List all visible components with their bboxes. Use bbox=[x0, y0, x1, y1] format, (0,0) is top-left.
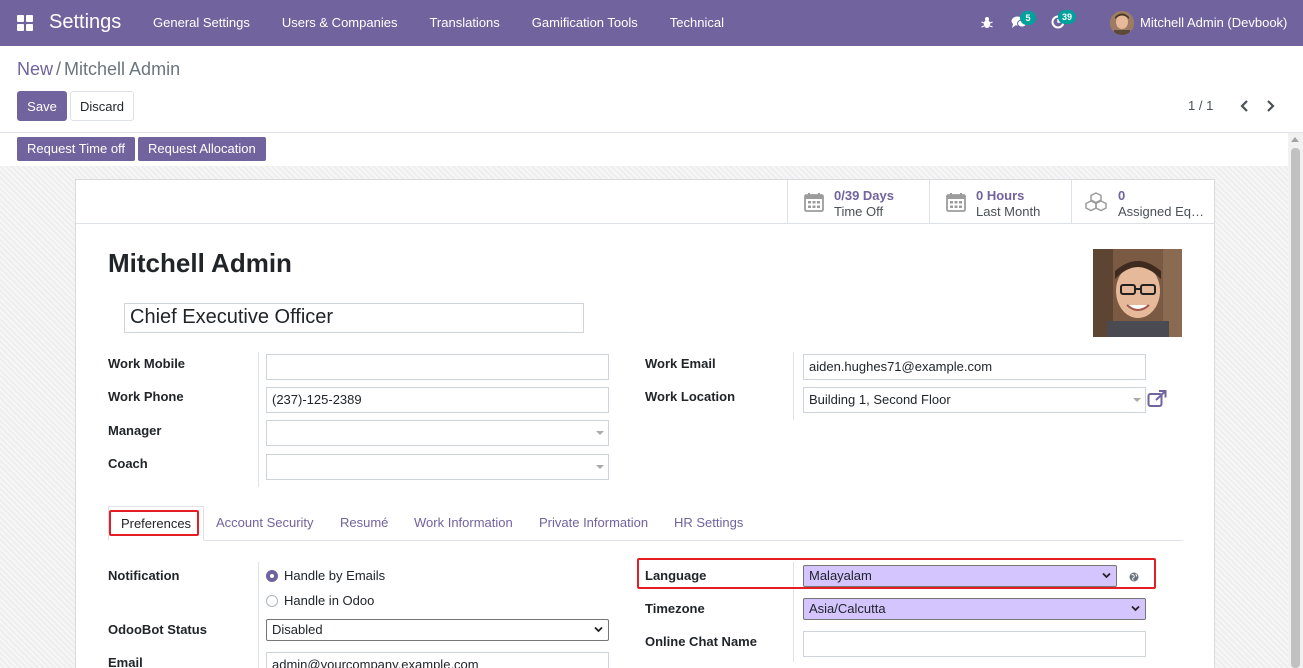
work-mobile-label: Work Mobile bbox=[108, 356, 186, 371]
work-phone-input[interactable]: (237)-125-2389 bbox=[266, 387, 609, 413]
left-field-divider bbox=[258, 352, 259, 487]
email-input[interactable]: admin@yourcompany.example.com bbox=[266, 652, 609, 668]
pager-next-chevron-icon[interactable] bbox=[1264, 98, 1278, 114]
online-chat-name-label: Online Chat Name bbox=[645, 634, 757, 649]
pager-previous-chevron-icon[interactable] bbox=[1237, 98, 1251, 114]
time-off-stat-button[interactable]: 0/39 Days Time Off bbox=[787, 180, 929, 224]
coach-dropdown-caret-icon[interactable] bbox=[596, 465, 604, 469]
coach-label: Coach bbox=[108, 456, 148, 471]
user-avatar[interactable] bbox=[1110, 11, 1134, 35]
hours-stat-label: Last Month bbox=[976, 204, 1041, 219]
work-email-label: Work Email bbox=[645, 356, 716, 371]
timezone-label: Timezone bbox=[645, 601, 705, 616]
work-mobile-input[interactable] bbox=[266, 354, 609, 380]
pref-left-divider bbox=[258, 562, 259, 668]
menu-technical[interactable]: Technical bbox=[654, 0, 740, 46]
manager-select[interactable] bbox=[266, 420, 609, 446]
manager-label: Manager bbox=[108, 423, 162, 438]
work-location-label: Work Location bbox=[645, 389, 736, 404]
menu-gamification-tools[interactable]: Gamification Tools bbox=[516, 0, 654, 46]
control-panel-divider bbox=[0, 132, 1303, 133]
calendar-icon bbox=[804, 193, 824, 212]
menu-users-companies[interactable]: Users & Companies bbox=[266, 0, 414, 46]
manager-dropdown-caret-icon[interactable] bbox=[596, 431, 604, 435]
job-title-input[interactable]: Chief Executive Officer bbox=[124, 303, 584, 333]
equipment-stat-value: 0 bbox=[1118, 188, 1126, 203]
tab-work-information[interactable]: Work Information bbox=[414, 506, 513, 541]
request-allocation-button[interactable]: Request Allocation bbox=[138, 137, 266, 161]
breadcrumb: New / Mitchell Admin bbox=[17, 59, 180, 80]
notebook-tabs: Preferences Account Security Resumé Work… bbox=[108, 506, 1183, 541]
external-link-icon[interactable] bbox=[1147, 390, 1167, 408]
discard-button[interactable]: Discard bbox=[70, 91, 134, 121]
equipment-stat-label: Assigned Equipment bbox=[1118, 204, 1210, 219]
employee-name[interactable]: Mitchell Admin bbox=[108, 248, 292, 279]
top-navbar: Settings General Settings Users & Compan… bbox=[0, 0, 1303, 46]
email-label: Email bbox=[108, 655, 143, 668]
tab-private-information[interactable]: Private Information bbox=[539, 506, 648, 541]
apps-menu-icon[interactable] bbox=[17, 15, 33, 31]
work-email-input[interactable]: aiden.hughes71@example.com bbox=[803, 354, 1146, 380]
save-button[interactable]: Save bbox=[17, 91, 67, 121]
app-brand[interactable]: Settings bbox=[49, 11, 121, 34]
breadcrumb-current: Mitchell Admin bbox=[64, 59, 181, 79]
time-off-stat-label: Time Off bbox=[834, 204, 884, 219]
tab-hr-settings[interactable]: HR Settings bbox=[674, 506, 743, 541]
odoobot-status-select[interactable]: Disabled bbox=[266, 619, 609, 641]
employee-form-sheet: 0/39 Days Time Off 0 Hours Last Month 0 … bbox=[75, 179, 1215, 668]
hours-stat-button[interactable]: 0 Hours Last Month bbox=[929, 180, 1071, 224]
calendar-icon bbox=[946, 193, 966, 212]
work-location-value: Building 1, Second Floor bbox=[809, 392, 951, 407]
timezone-value: Asia/Calcutta bbox=[809, 601, 886, 616]
user-menu-name[interactable]: Mitchell Admin (Devbook) bbox=[1140, 15, 1287, 30]
work-location-select[interactable]: Building 1, Second Floor bbox=[803, 387, 1146, 413]
coach-select[interactable] bbox=[266, 454, 609, 480]
smart-button-box: 0/39 Days Time Off 0 Hours Last Month 0 … bbox=[76, 180, 1214, 224]
right-field-divider bbox=[793, 352, 794, 420]
request-time-off-button[interactable]: Request Time off bbox=[17, 137, 136, 161]
chevron-down-icon bbox=[594, 626, 603, 633]
time-off-stat-value: 0/39 Days bbox=[834, 188, 894, 203]
tab-resume[interactable]: Resumé bbox=[340, 506, 388, 541]
notification-email-option[interactable]: Handle by Emails bbox=[284, 568, 385, 583]
work-phone-label: Work Phone bbox=[108, 389, 184, 404]
menu-general-settings[interactable]: General Settings bbox=[137, 0, 266, 46]
breadcrumb-new[interactable]: New bbox=[17, 59, 53, 79]
online-chat-name-input[interactable] bbox=[803, 631, 1146, 657]
messages-count-badge: 5 bbox=[1020, 11, 1036, 25]
language-field-highlight bbox=[637, 558, 1156, 589]
notification-email-radio[interactable] bbox=[266, 570, 278, 582]
pager-value[interactable]: 1 / 1 bbox=[1188, 98, 1213, 113]
preferences-tab-highlight bbox=[109, 510, 199, 536]
cubes-icon bbox=[1085, 192, 1107, 212]
odoobot-status-value: Disabled bbox=[272, 622, 323, 637]
notification-odoo-option[interactable]: Handle in Odoo bbox=[284, 593, 374, 608]
notification-label: Notification bbox=[108, 568, 180, 583]
work-location-dropdown-caret-icon[interactable] bbox=[1133, 398, 1141, 402]
debug-bug-icon[interactable] bbox=[981, 16, 993, 29]
odoobot-status-label: OdooBot Status bbox=[108, 622, 207, 637]
hours-stat-value: 0 Hours bbox=[976, 188, 1025, 203]
activities-count-badge: 39 bbox=[1058, 10, 1077, 24]
chevron-down-icon bbox=[1131, 605, 1140, 612]
breadcrumb-separator: / bbox=[56, 59, 62, 79]
menu-translations[interactable]: Translations bbox=[413, 0, 515, 46]
timezone-select[interactable]: Asia/Calcutta bbox=[803, 598, 1146, 620]
equipment-stat-button[interactable]: 0 Assigned Equipment bbox=[1071, 180, 1213, 224]
scrollbar-thumb[interactable] bbox=[1291, 148, 1300, 668]
notification-odoo-radio[interactable] bbox=[266, 595, 278, 607]
scroll-up-arrow-icon[interactable] bbox=[1291, 137, 1299, 142]
employee-photo[interactable] bbox=[1093, 249, 1182, 337]
main-menu: General Settings Users & Companies Trans… bbox=[137, 0, 740, 46]
tab-account-security[interactable]: Account Security bbox=[216, 506, 314, 541]
